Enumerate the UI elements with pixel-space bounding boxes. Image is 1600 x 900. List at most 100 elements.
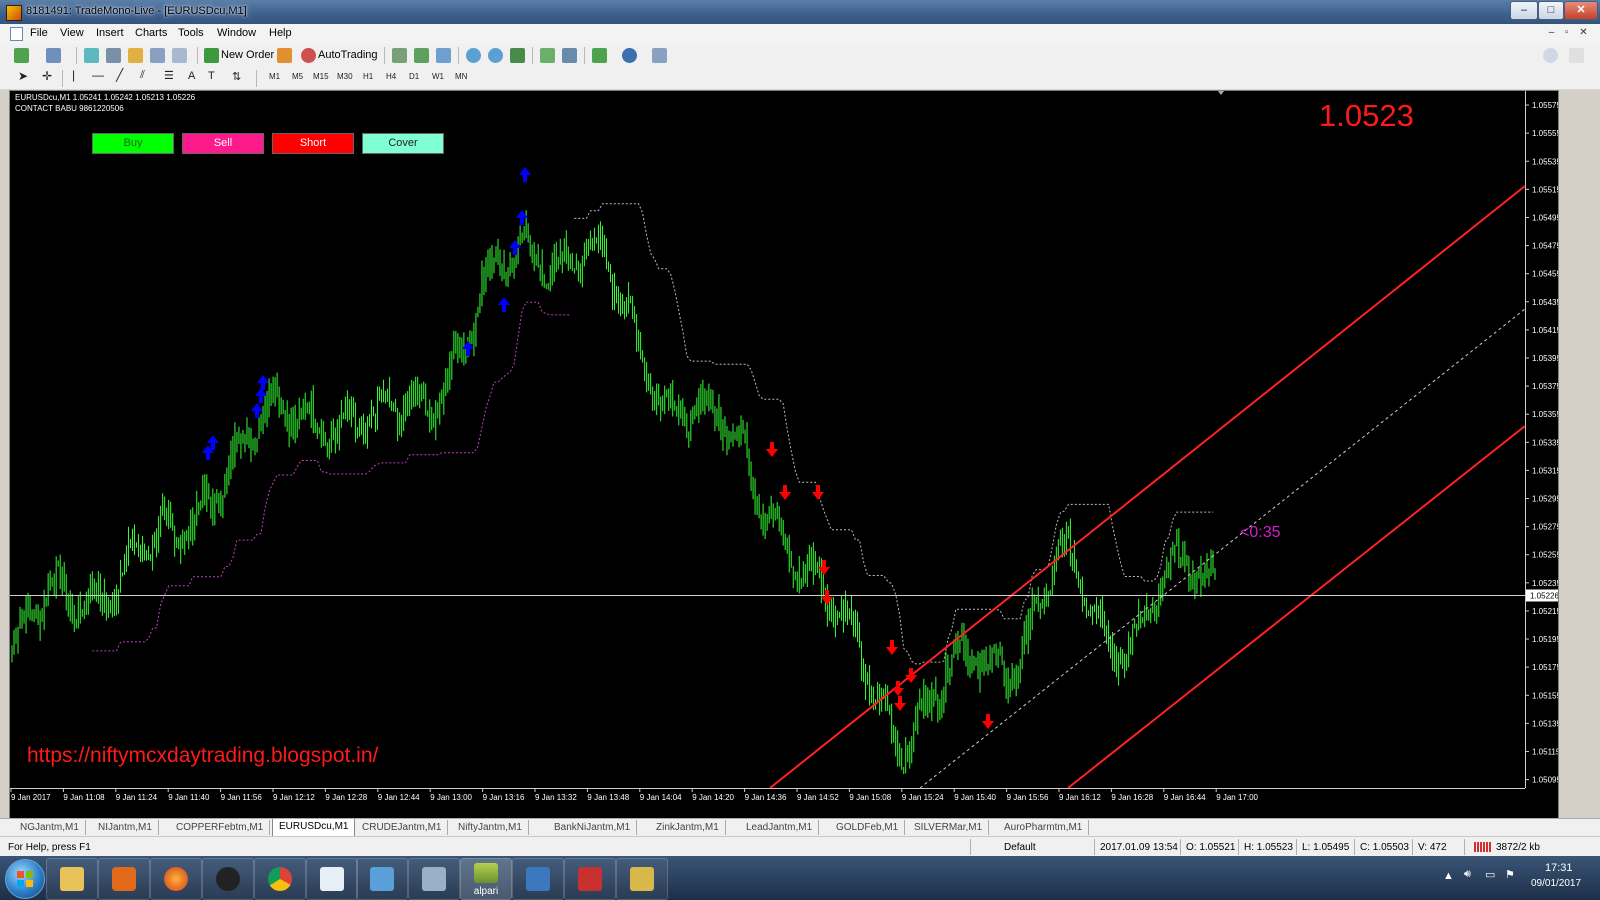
tab-banknijantm-m1[interactable]: BankNiJantm,M1 <box>548 820 638 835</box>
close-button[interactable]: ✕ <box>1564 1 1598 20</box>
channel-icon[interactable]: ⫽ <box>140 69 145 82</box>
firefox-icon <box>164 867 188 891</box>
new-order-icon[interactable] <box>204 48 219 63</box>
menu-window[interactable]: Window <box>217 27 256 39</box>
timeframe-m15[interactable]: M15 <box>313 72 329 81</box>
new-order-button[interactable]: New Order <box>221 49 274 61</box>
price-chart[interactable]: 1.05575 1.05555 1.05535 1.05515 1.05495 1.054… <box>10 91 1558 818</box>
taskbar-chrome[interactable] <box>254 858 306 900</box>
taskbar-app-1[interactable] <box>356 858 408 900</box>
tray-date[interactable]: 09/01/2017 <box>1531 878 1581 889</box>
time-tick-label: 9 Jan 15:24 <box>902 793 944 802</box>
metaeditor-icon[interactable] <box>277 48 292 63</box>
text-icon[interactable]: A <box>188 70 195 82</box>
timeframe-w1[interactable]: W1 <box>432 72 444 81</box>
indicators-icon[interactable] <box>592 48 607 63</box>
templates-icon[interactable] <box>652 48 667 63</box>
chat-icon[interactable] <box>1569 48 1584 63</box>
mdi-close-button[interactable]: ✕ <box>1577 27 1590 39</box>
tab-crudejantm-m1[interactable]: CRUDEJantm,M1 <box>356 820 449 835</box>
tab-eurusdcu-m1[interactable]: EURUSDcu,M1 <box>272 819 356 837</box>
tile-windows-icon[interactable] <box>510 48 525 63</box>
horizontal-line-icon[interactable]: — <box>92 68 104 82</box>
search-icon[interactable] <box>1543 48 1558 63</box>
menu-charts[interactable]: Charts <box>135 27 167 39</box>
tray-time[interactable]: 17:31 <box>1545 862 1573 874</box>
taskbar-media-player[interactable] <box>98 858 150 900</box>
status-close: C: 1.05503 <box>1360 842 1409 853</box>
taskbar-firefox[interactable] <box>150 858 202 900</box>
tab-ngjantm-m1[interactable]: NGJantm,M1 <box>14 820 86 835</box>
new-chart-icon[interactable] <box>14 48 29 63</box>
candlestick-icon[interactable] <box>414 48 429 63</box>
volume-icon[interactable]: 🔊︎ <box>1464 868 1471 881</box>
timeframe-mn[interactable]: MN <box>455 72 467 81</box>
cover-button[interactable]: Cover <box>362 133 444 154</box>
maximize-button[interactable]: □ <box>1538 1 1564 20</box>
navigator-icon[interactable] <box>128 48 143 63</box>
line-chart-icon[interactable] <box>436 48 451 63</box>
taskbar-app-4[interactable] <box>564 858 616 900</box>
tab-copperfebtm-m1[interactable]: COPPERFebtm,M1 <box>170 820 271 835</box>
tab-leadjantm-m1[interactable]: LeadJantm,M1 <box>740 820 820 835</box>
zoom-in-icon[interactable] <box>466 48 481 63</box>
cursor-icon[interactable]: ➤ <box>18 69 28 83</box>
fibonacci-icon[interactable]: ☰ <box>164 69 174 82</box>
menu-tools[interactable]: Tools <box>178 27 204 39</box>
sell-button[interactable]: Sell <box>182 133 264 154</box>
short-button[interactable]: Short <box>272 133 354 154</box>
action-center-icon[interactable]: ⚑ <box>1505 868 1515 881</box>
autoscroll-icon[interactable] <box>562 48 577 63</box>
timeframe-h4[interactable]: H4 <box>386 72 396 81</box>
arrows-icon[interactable]: ⇅ <box>232 70 241 83</box>
timeframe-m1[interactable]: M1 <box>269 72 280 81</box>
network-icon[interactable]: ▭ <box>1485 868 1495 881</box>
minimize-button[interactable]: – <box>1510 1 1538 20</box>
market-watch-icon[interactable] <box>84 48 99 63</box>
menu-file[interactable]: File <box>30 27 48 39</box>
autotrading-button[interactable]: AutoTrading <box>318 49 378 61</box>
menu-insert[interactable]: Insert <box>96 27 124 39</box>
terminal-icon[interactable] <box>150 48 165 63</box>
tab-auropharmtm-m1[interactable]: AuroPharmtm,M1 <box>998 820 1090 835</box>
autotrading-icon[interactable] <box>301 48 316 63</box>
zoom-out-icon[interactable] <box>488 48 503 63</box>
menu-help[interactable]: Help <box>269 27 292 39</box>
price-tick-label: 1.05435 <box>1532 298 1558 307</box>
timeframe-h1[interactable]: H1 <box>363 72 373 81</box>
trendline-icon[interactable]: ╱ <box>116 68 123 82</box>
tab-nijantm-m1[interactable]: NIJantm,M1 <box>92 820 159 835</box>
profiles-icon[interactable] <box>46 48 61 63</box>
mdi-minimize-button[interactable]: – <box>1545 27 1558 39</box>
tab-silvermar-m1[interactable]: SILVERMar,M1 <box>908 820 990 835</box>
chart-window[interactable]: 1.05575 1.05555 1.05535 1.05515 1.05495 1.054… <box>9 90 1559 819</box>
chart-shift-icon[interactable] <box>540 48 555 63</box>
media-player-icon <box>112 867 136 891</box>
tab-niftyjantm-m1[interactable]: NiftyJantm,M1 <box>452 820 529 835</box>
taskbar-blackberry[interactable] <box>202 858 254 900</box>
buy-button[interactable]: Buy <box>92 133 174 154</box>
tray-expand-icon[interactable]: ▲ <box>1443 870 1454 882</box>
bar-chart-icon[interactable] <box>392 48 407 63</box>
text-label-icon[interactable]: T <box>208 70 215 82</box>
taskbar-alpari[interactable]: alpari <box>460 858 512 900</box>
taskbar-app-2[interactable] <box>408 858 460 900</box>
menu-view[interactable]: View <box>60 27 84 39</box>
taskbar-app-5[interactable] <box>616 858 668 900</box>
taskbar-notepad[interactable] <box>306 858 358 900</box>
tab-zinkjantm-m1[interactable]: ZinkJantm,M1 <box>650 820 726 835</box>
price-tick-label: 1.05235 <box>1532 579 1558 588</box>
vertical-line-icon[interactable]: | <box>72 68 75 82</box>
tab-goldfeb-m1[interactable]: GOLDFeb,M1 <box>830 820 906 835</box>
timeframe-d1[interactable]: D1 <box>409 72 419 81</box>
crosshair-icon[interactable]: ✛ <box>42 69 52 83</box>
mdi-restore-button[interactable]: ▫ <box>1560 27 1573 39</box>
timeframe-m30[interactable]: M30 <box>337 72 353 81</box>
taskbar-app-3[interactable] <box>512 858 564 900</box>
strategy-tester-icon[interactable] <box>172 48 187 63</box>
start-button[interactable] <box>5 859 45 899</box>
taskbar-explorer[interactable] <box>46 858 98 900</box>
timeframe-m5[interactable]: M5 <box>292 72 303 81</box>
data-window-icon[interactable] <box>106 48 121 63</box>
periods-icon[interactable] <box>622 48 637 63</box>
